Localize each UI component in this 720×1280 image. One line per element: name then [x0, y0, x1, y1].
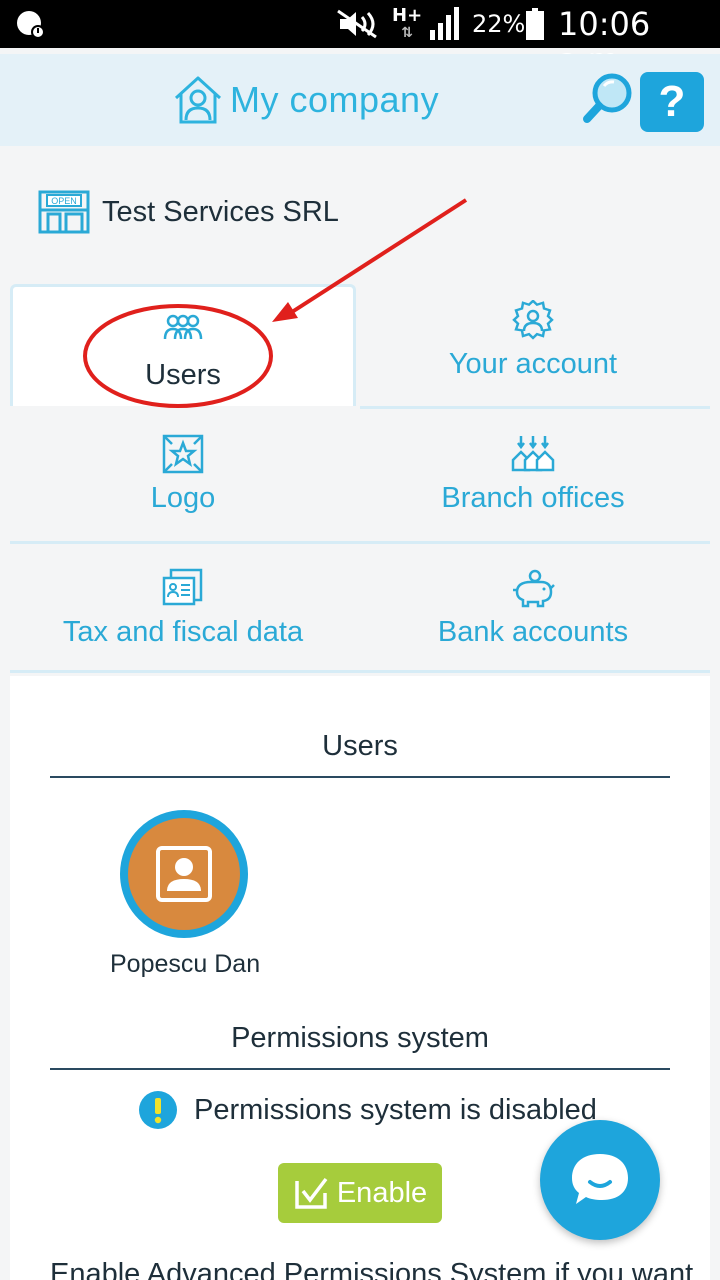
tab-branch-offices[interactable]: Branch offices	[360, 434, 706, 534]
chat-bubble-icon	[572, 1154, 628, 1204]
home-user-icon	[174, 76, 222, 124]
checkbox-check-icon	[295, 1177, 328, 1209]
tab-label: Logo	[150, 482, 216, 514]
user-card[interactable]: Popescu Dan	[110, 810, 260, 979]
company-row: OPEN Test Services SRL	[38, 190, 339, 234]
page-title: My company	[230, 79, 440, 120]
user-portrait-icon	[156, 846, 212, 902]
row-divider	[10, 541, 710, 544]
search-icon[interactable]	[582, 72, 634, 124]
tab-bank-accounts[interactable]: Bank accounts	[360, 568, 706, 668]
signal-icon	[430, 7, 459, 40]
permissions-status-text: Permissions system is disabled	[194, 1093, 597, 1126]
tab-users[interactable]: Users	[10, 284, 356, 406]
user-gear-icon	[512, 300, 554, 340]
section-rule	[50, 1068, 670, 1070]
battery-percent: 22%	[472, 10, 526, 38]
enable-button[interactable]: Enable	[278, 1163, 442, 1223]
tab-label: Branch offices	[441, 482, 625, 514]
tabs-bottom-divider	[10, 670, 710, 673]
status-bar: H+ ⇅ 22% 10:06 a.m.	[0, 0, 720, 78]
piggy-bank-icon	[513, 569, 555, 608]
app-header: My company ?	[0, 54, 720, 146]
tab-divider	[360, 406, 710, 409]
chat-button[interactable]	[540, 1120, 660, 1240]
help-button[interactable]: ?	[640, 72, 704, 132]
tab-tax-fiscal-data[interactable]: Tax and fiscal data	[10, 568, 356, 668]
avatar[interactable]	[120, 810, 248, 938]
mute-icon	[337, 9, 377, 39]
permissions-description: Enable Advanced Permissions System if yo…	[50, 1258, 694, 1280]
users-group-icon	[163, 314, 203, 340]
notification-icon	[17, 11, 45, 39]
tab-label: Your account	[448, 348, 618, 380]
network-indicator: H+ ⇅	[392, 5, 423, 41]
tab-logo[interactable]: Logo	[10, 434, 356, 534]
shop-open-icon: OPEN	[38, 190, 90, 234]
header-title-group: My company	[172, 70, 439, 130]
warning-exclamation-icon	[139, 1091, 177, 1129]
tab-label: Tax and fiscal data	[62, 616, 304, 648]
star-frame-icon	[162, 434, 204, 474]
company-name: Test Services SRL	[102, 195, 339, 228]
branch-houses-icon	[511, 436, 555, 472]
users-section-title: Users	[322, 730, 398, 762]
svg-text:OPEN: OPEN	[51, 196, 77, 206]
fiscal-document-icon	[162, 568, 203, 606]
tab-label: Users	[145, 359, 221, 391]
permissions-section-title: Permissions system	[231, 1022, 489, 1054]
battery-icon	[526, 8, 544, 40]
tab-your-account[interactable]: Your account	[360, 300, 706, 400]
tab-label: Bank accounts	[437, 616, 629, 648]
permissions-status: Permissions system is disabled	[138, 1090, 597, 1130]
enable-label: Enable	[336, 1176, 428, 1209]
section-rule	[50, 776, 670, 778]
user-name[interactable]: Popescu Dan	[110, 950, 260, 979]
